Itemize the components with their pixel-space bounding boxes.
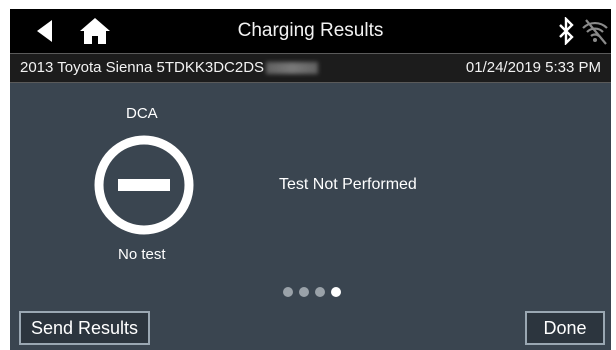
wifi-off-icon: [582, 19, 608, 45]
result-caption: No test: [118, 246, 166, 263]
page-dot[interactable]: [299, 287, 309, 297]
bluetooth-icon: [559, 17, 574, 45]
vehicle-info-bar: 2013 Toyota Sienna 5TDKK3DC2DS 01/24/201…: [10, 53, 611, 83]
page-indicator[interactable]: [283, 287, 341, 297]
page-title: Charging Results: [237, 20, 384, 41]
page-dot[interactable]: [283, 287, 293, 297]
page-dot-active[interactable]: [331, 287, 341, 297]
vehicle-info: 2013 Toyota Sienna 5TDKK3DC2DS: [20, 54, 319, 82]
done-button[interactable]: Done: [525, 311, 605, 345]
page-dot[interactable]: [315, 287, 325, 297]
top-bar: Charging Results: [10, 9, 611, 53]
no-test-icon: [94, 135, 194, 235]
vin-redaction: [266, 62, 319, 75]
result-label: DCA: [126, 105, 158, 122]
date-time: 01/24/2019 5:33 PM: [465, 59, 601, 76]
vehicle-text: 2013 Toyota Sienna 5TDKK3DC2DS: [20, 59, 265, 76]
send-results-button[interactable]: Send Results: [19, 311, 150, 345]
result-status: Test Not Performed: [279, 176, 417, 193]
charging-results-screen: Charging Results 2013 Toyota Sienna 5TDK…: [10, 9, 611, 350]
